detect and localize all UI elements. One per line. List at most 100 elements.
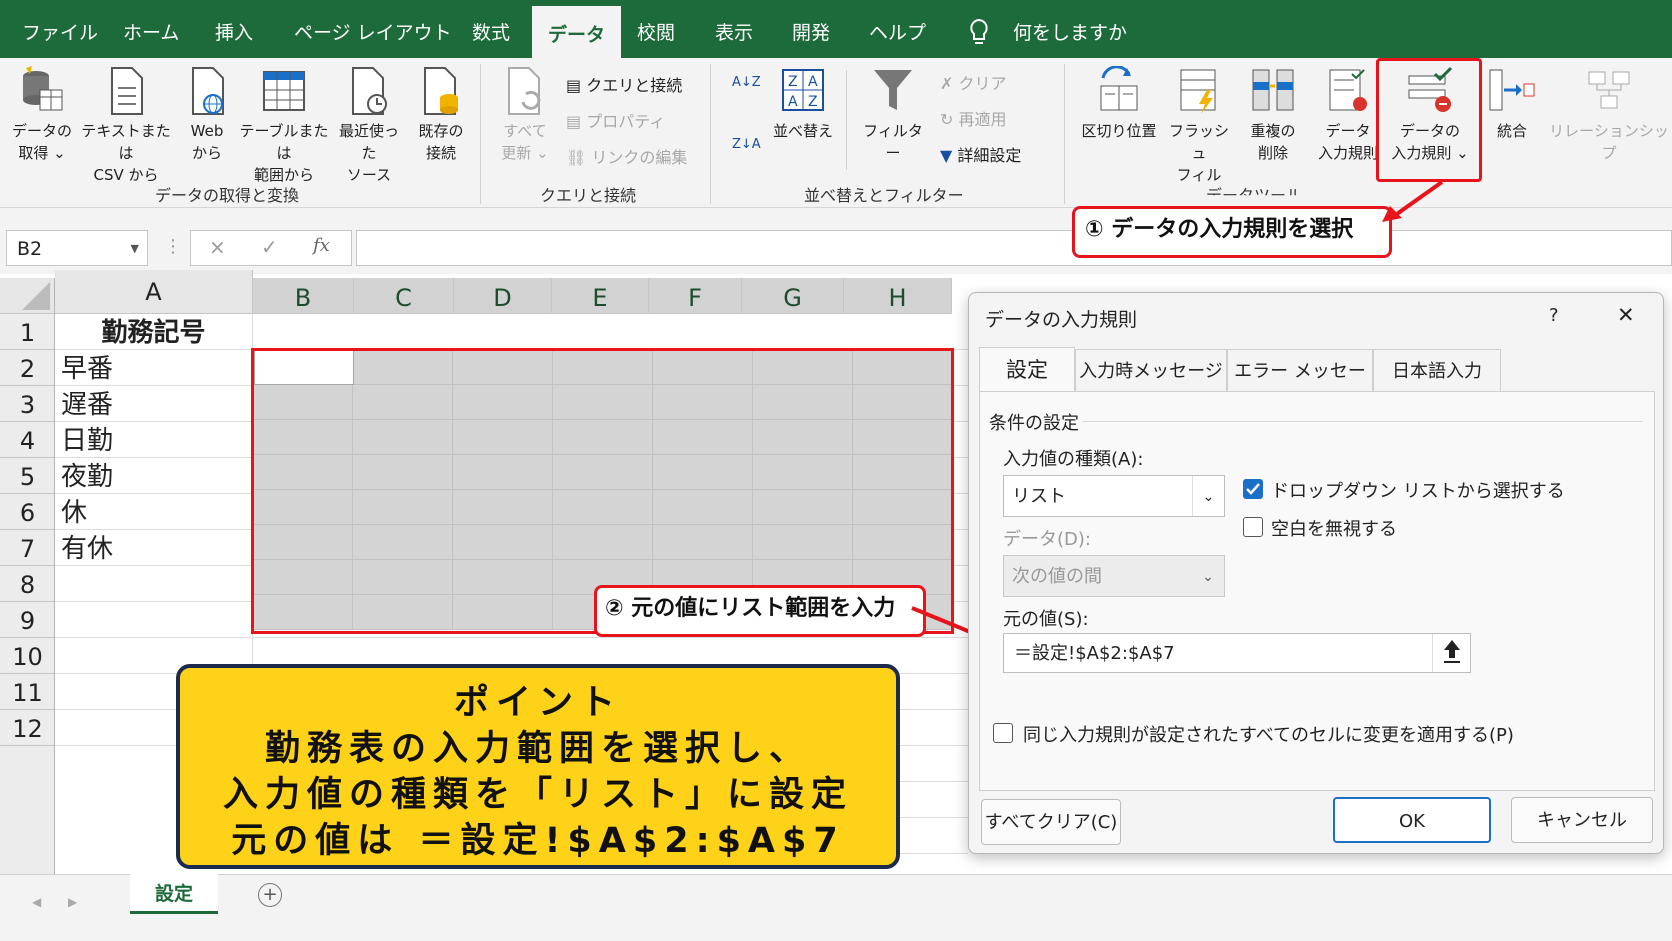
tab-error-alert[interactable]: エラー メッセージ xyxy=(1227,349,1373,426)
column-header-h[interactable]: H xyxy=(844,278,952,314)
data-validation-small-button[interactable]: データ 入力規則 xyxy=(1312,66,1384,164)
consolidate-button[interactable]: 統合 xyxy=(1484,66,1540,142)
tab-ime-mode[interactable]: 日本語入力 xyxy=(1373,349,1501,391)
row-header[interactable]: 3 xyxy=(0,386,55,422)
cell-a7[interactable]: 有休 xyxy=(55,530,253,566)
tell-me-search[interactable]: 何をしますか xyxy=(1013,0,1127,58)
chevron-down-icon[interactable]: ▼ xyxy=(131,231,139,267)
select-all-corner[interactable] xyxy=(0,278,55,314)
clear-filter-button[interactable]: ✗ クリア xyxy=(940,70,1007,94)
recent-sources-button[interactable]: 最近使った ソース xyxy=(334,66,404,186)
apply-all-checkbox[interactable] xyxy=(993,723,1013,743)
cell-a2[interactable]: 早番 xyxy=(55,350,253,386)
column-header-a[interactable]: A xyxy=(55,270,253,314)
row-header[interactable]: 6 xyxy=(0,494,55,530)
row-header[interactable]: 10 xyxy=(0,638,55,674)
column-header-b[interactable]: B xyxy=(253,278,354,314)
allow-label: 入力値の種類(A): xyxy=(1003,449,1144,470)
enter-icon[interactable]: ✓ xyxy=(261,235,278,259)
tab-help[interactable]: ヘルプ xyxy=(869,0,926,58)
tab-file[interactable]: ファイル xyxy=(22,0,98,58)
chevron-down-icon[interactable]: ⌄ xyxy=(1192,476,1224,516)
sort-az-icon: A↓Z xyxy=(732,75,761,90)
filter-button[interactable]: フィルター xyxy=(856,66,930,164)
checkmark-icon xyxy=(1246,483,1260,495)
refresh-all-button[interactable]: すべて 更新 ⌄ xyxy=(494,66,556,164)
cell-a8[interactable] xyxy=(55,566,253,602)
sort-descending-button[interactable]: Z↓A xyxy=(732,138,761,151)
text-to-columns-button[interactable]: 区切り位置 xyxy=(1080,66,1158,142)
advanced-filter-icon: ▼ xyxy=(940,146,953,165)
tab-insert[interactable]: 挿入 xyxy=(215,0,253,58)
clear-all-button[interactable]: すべてクリア(C) xyxy=(981,799,1121,845)
dropdown-checkbox-label: ドロップダウン リストから選択する xyxy=(1271,481,1565,502)
cell-a5[interactable]: 夜勤 xyxy=(55,458,253,494)
relationships-button[interactable]: リレーションシップ xyxy=(1546,66,1672,164)
insert-function-icon[interactable]: fx xyxy=(313,235,330,256)
formula-input[interactable] xyxy=(356,230,1672,266)
web-button[interactable]: Web から xyxy=(180,66,234,164)
ignore-blank-checkbox[interactable] xyxy=(1243,517,1263,537)
row-header[interactable]: 2 xyxy=(0,350,55,386)
row-header[interactable]: 5 xyxy=(0,458,55,494)
tab-formulas[interactable]: 数式 xyxy=(472,0,510,58)
flash-fill-button[interactable]: フラッシュ フィル xyxy=(1164,66,1234,186)
column-header-d[interactable]: D xyxy=(454,278,552,314)
cell-a1[interactable]: 勤務記号 xyxy=(55,314,253,350)
sort-button[interactable]: ZAAZ 並べ替え xyxy=(770,66,836,142)
table-icon xyxy=(263,71,305,111)
close-icon[interactable]: ✕ xyxy=(1617,303,1635,327)
sort-ascending-button[interactable]: A↓Z xyxy=(732,75,761,90)
row-header[interactable]: 9 xyxy=(0,602,55,638)
tab-review[interactable]: 校閲 xyxy=(637,0,675,58)
allow-select[interactable]: リスト ⌄ xyxy=(1003,475,1225,517)
cell-a4[interactable]: 日勤 xyxy=(55,422,253,458)
row-header[interactable]: 8 xyxy=(0,566,55,602)
name-box[interactable]: B2 ▼ xyxy=(6,230,148,266)
tab-developer[interactable]: 開発 xyxy=(792,0,830,58)
tab-home[interactable]: ホーム xyxy=(123,0,179,58)
remove-duplicates-button[interactable]: 重複の 削除 xyxy=(1240,66,1306,164)
tab-input-message[interactable]: 入力時メッセージ xyxy=(1075,349,1227,391)
properties-button[interactable]: ▤ プロパティ xyxy=(566,108,665,132)
point-callout: ポイント 勤務表の入力範囲を選択し、 入力値の種類を「リスト」に設定 元の値は … xyxy=(176,664,900,869)
group-data-tools: データツール xyxy=(1206,186,1303,205)
table-range-button[interactable]: テーブルまたは 範囲から xyxy=(238,66,330,186)
collapse-dialog-icon[interactable] xyxy=(1432,634,1470,672)
text-csv-button[interactable]: テキストまたは CSV から xyxy=(78,66,174,186)
row-header[interactable]: 1 xyxy=(0,314,55,350)
source-input[interactable]: ＝設定!$A$2:$A$7 xyxy=(1003,633,1471,673)
sheet-tab-settings[interactable]: 設定 xyxy=(130,874,218,914)
column-header-e[interactable]: E xyxy=(552,278,649,314)
dropdown-checkbox[interactable] xyxy=(1243,479,1263,499)
column-header-g[interactable]: G xyxy=(742,278,844,314)
next-sheet-icon[interactable]: ▶ xyxy=(68,895,77,909)
data-label: データ(D): xyxy=(1003,529,1091,550)
add-sheet-button[interactable]: + xyxy=(258,883,282,907)
advanced-filter-button[interactable]: ▼ 詳細設定 xyxy=(940,142,1021,166)
column-header-f[interactable]: F xyxy=(649,278,742,314)
ok-button[interactable]: OK xyxy=(1333,797,1491,843)
cell-a3[interactable]: 遅番 xyxy=(55,386,253,422)
row-header[interactable]: 7 xyxy=(0,530,55,566)
tab-page-layout[interactable]: ページ レイアウト xyxy=(294,0,452,58)
row-header[interactable]: 11 xyxy=(0,674,55,710)
get-data-button[interactable]: データの 取得 ⌄ xyxy=(10,66,74,164)
tab-data[interactable]: データ xyxy=(532,6,622,58)
row-header[interactable]: 4 xyxy=(0,422,55,458)
queries-connections-button[interactable]: ▤ クエリと接続 xyxy=(566,72,682,96)
tab-settings[interactable]: 設定 xyxy=(979,347,1075,391)
cell-a9[interactable] xyxy=(55,602,253,638)
column-header-c[interactable]: C xyxy=(354,278,454,314)
cancel-icon[interactable]: × xyxy=(209,235,226,259)
reapply-button[interactable]: ↻ 再適用 xyxy=(940,106,1007,130)
cell-a6[interactable]: 休 xyxy=(55,494,253,530)
row-header[interactable]: 12 xyxy=(0,710,55,746)
help-button[interactable]: ? xyxy=(1549,305,1559,326)
tab-view[interactable]: 表示 xyxy=(715,0,753,58)
existing-connections-button[interactable]: 既存の 接続 xyxy=(410,66,472,164)
cancel-button[interactable]: キャンセル xyxy=(1511,797,1653,843)
prev-sheet-icon[interactable]: ◀ xyxy=(32,895,41,909)
edit-links-button[interactable]: ⛓ リンクの編集 xyxy=(566,144,687,168)
dialog-title: データの入力規則 xyxy=(985,309,1138,331)
